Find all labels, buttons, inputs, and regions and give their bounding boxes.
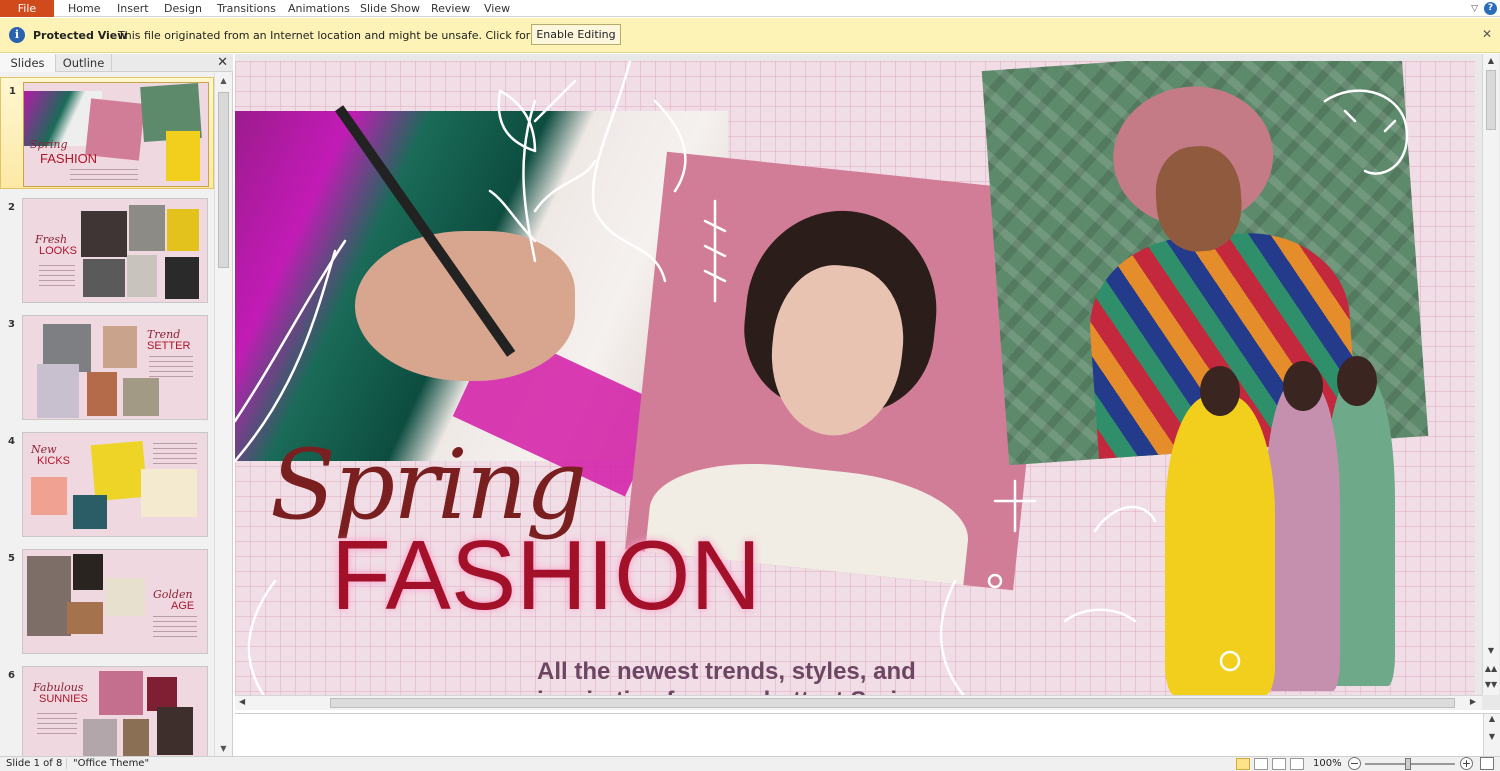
view-buttons bbox=[1236, 758, 1304, 770]
fit-to-window-icon[interactable] bbox=[1480, 757, 1494, 770]
tab-review[interactable]: Review bbox=[431, 0, 470, 17]
zoom-level[interactable]: 100% bbox=[1313, 758, 1342, 769]
enable-editing-button[interactable]: Enable Editing bbox=[531, 24, 621, 45]
thumbnail-main-title: LOOKS bbox=[39, 245, 77, 257]
scrollbar-thumb[interactable] bbox=[218, 92, 229, 268]
slide-show-icon[interactable] bbox=[1290, 758, 1304, 770]
scrollbar-thumb[interactable] bbox=[330, 698, 1455, 708]
scroll-left-icon[interactable]: ◀ bbox=[239, 697, 245, 706]
zoom-in-icon[interactable]: + bbox=[1460, 757, 1473, 770]
thumbnail-scrollbar[interactable]: ▲ ▼ bbox=[214, 73, 232, 756]
tab-slides[interactable]: Slides bbox=[0, 54, 56, 72]
thumbnail-main-title: FASHION bbox=[40, 151, 98, 166]
tab-transitions[interactable]: Transitions bbox=[217, 0, 276, 17]
thumbnail-main-title: SUNNIES bbox=[39, 693, 88, 705]
file-tab[interactable]: File bbox=[0, 0, 54, 17]
scroll-up-icon[interactable]: ▲ bbox=[1483, 56, 1499, 65]
next-slide-icon[interactable]: ▼▼ bbox=[1483, 680, 1499, 689]
slide-number: 1 bbox=[9, 86, 16, 97]
ribbon-tab-bar: File Home Insert Design Transitions Anim… bbox=[0, 0, 1500, 17]
zoom-slider-knob[interactable] bbox=[1405, 758, 1411, 770]
thumbnail-preview: New KICKS bbox=[22, 432, 208, 537]
protected-view-bar: i Protected View This file originated fr… bbox=[0, 18, 1500, 53]
slide-thumbnail-2[interactable]: 2 Fresh LOOKS bbox=[0, 194, 214, 306]
slide-sorter-icon[interactable] bbox=[1254, 758, 1268, 770]
thumbnail-main-title: SETTER bbox=[147, 340, 191, 352]
slide-thumbnail-3[interactable]: 3 Trend SETTER bbox=[0, 311, 214, 423]
theme-name[interactable]: "Office Theme" bbox=[66, 758, 149, 769]
scrollbar-thumb[interactable] bbox=[1486, 70, 1496, 130]
scroll-right-icon[interactable]: ▶ bbox=[1470, 697, 1476, 706]
slide-indicator: Slide 1 of 8 bbox=[6, 758, 63, 769]
tab-animations[interactable]: Animations bbox=[288, 0, 350, 17]
previous-slide-icon[interactable]: ▲▲ bbox=[1483, 664, 1499, 673]
slides-pane: Slides Outline ✕ 1 Spring FASHION 2 Fres… bbox=[0, 54, 233, 756]
ribbon-right-controls: ▽ ? bbox=[1471, 1, 1497, 16]
scroll-up-icon[interactable]: ▲ bbox=[215, 73, 232, 88]
slide-title-main[interactable]: FASHION bbox=[331, 526, 761, 624]
pane-tabs: Slides Outline ✕ bbox=[0, 54, 233, 72]
slide-thumbnail-4[interactable]: 4 New KICKS bbox=[0, 428, 214, 540]
scroll-down-icon[interactable]: ▼ bbox=[1483, 646, 1499, 655]
thumbnail-preview: Fresh LOOKS bbox=[22, 198, 208, 303]
thumbnail-preview: Trend SETTER bbox=[22, 315, 208, 420]
slide-subtitle[interactable]: All the newest trends, styles, and inspi… bbox=[537, 657, 957, 697]
protected-view-title: Protected View bbox=[33, 29, 128, 42]
thumbnail-main-title: AGE bbox=[171, 600, 195, 612]
notes-scrollbar[interactable]: ▲ ▼ bbox=[1483, 714, 1500, 757]
status-bar: Slide 1 of 8 "Office Theme" 100% − + bbox=[0, 756, 1500, 771]
normal-view-icon[interactable] bbox=[1236, 758, 1250, 770]
slide-number: 3 bbox=[8, 319, 15, 330]
thumbnail-preview: Golden AGE bbox=[22, 549, 208, 654]
tab-outline[interactable]: Outline bbox=[56, 54, 112, 72]
tab-home[interactable]: Home bbox=[68, 0, 100, 17]
help-icon[interactable]: ? bbox=[1484, 2, 1497, 15]
tab-insert[interactable]: Insert bbox=[117, 0, 149, 17]
slide-thumbnail-1[interactable]: 1 Spring FASHION bbox=[0, 77, 214, 189]
info-icon: i bbox=[9, 27, 25, 43]
vertical-scrollbar[interactable]: ▲ ▼ ▲▲ ▼▼ bbox=[1482, 54, 1499, 695]
tab-slide-show[interactable]: Slide Show bbox=[360, 0, 420, 17]
slide-editor: Spring FASHION All the newest trends, st… bbox=[235, 54, 1500, 710]
reading-view-icon[interactable] bbox=[1272, 758, 1286, 770]
tab-view[interactable]: View bbox=[484, 0, 510, 17]
slide-number: 2 bbox=[8, 202, 15, 213]
close-pane-icon[interactable]: ✕ bbox=[217, 55, 228, 70]
slide-title-script[interactable]: Spring bbox=[270, 437, 587, 533]
slide-thumbnail-5[interactable]: 5 Golden AGE bbox=[0, 545, 214, 657]
horizontal-scrollbar[interactable]: ◀ ▶ bbox=[235, 695, 1482, 710]
zoom-out-icon[interactable]: − bbox=[1348, 757, 1361, 770]
slide-number: 4 bbox=[8, 436, 15, 447]
thumbnail-preview: Fabulous SUNNIES bbox=[22, 666, 208, 756]
minimize-ribbon-icon[interactable]: ▽ bbox=[1471, 4, 1478, 14]
notes-pane[interactable]: ▲ ▼ bbox=[235, 713, 1500, 757]
slide-thumbnail-6[interactable]: 6 Fabulous SUNNIES bbox=[0, 662, 214, 756]
tab-design[interactable]: Design bbox=[164, 0, 202, 17]
slide-number: 5 bbox=[8, 553, 15, 564]
slide-number: 6 bbox=[8, 670, 15, 681]
thumbnail-script-title: Spring bbox=[30, 138, 68, 151]
thumbnail-main-title: KICKS bbox=[37, 455, 71, 467]
slide-canvas[interactable]: Spring FASHION All the newest trends, st… bbox=[235, 61, 1475, 697]
close-icon[interactable]: ✕ bbox=[1482, 27, 1492, 41]
thumbnail-preview: Spring FASHION bbox=[23, 82, 209, 187]
slide-thumbnail-list: 1 Spring FASHION 2 Fresh LOOKS 3 Trend S… bbox=[0, 73, 214, 756]
scroll-down-icon[interactable]: ▼ bbox=[215, 741, 232, 756]
